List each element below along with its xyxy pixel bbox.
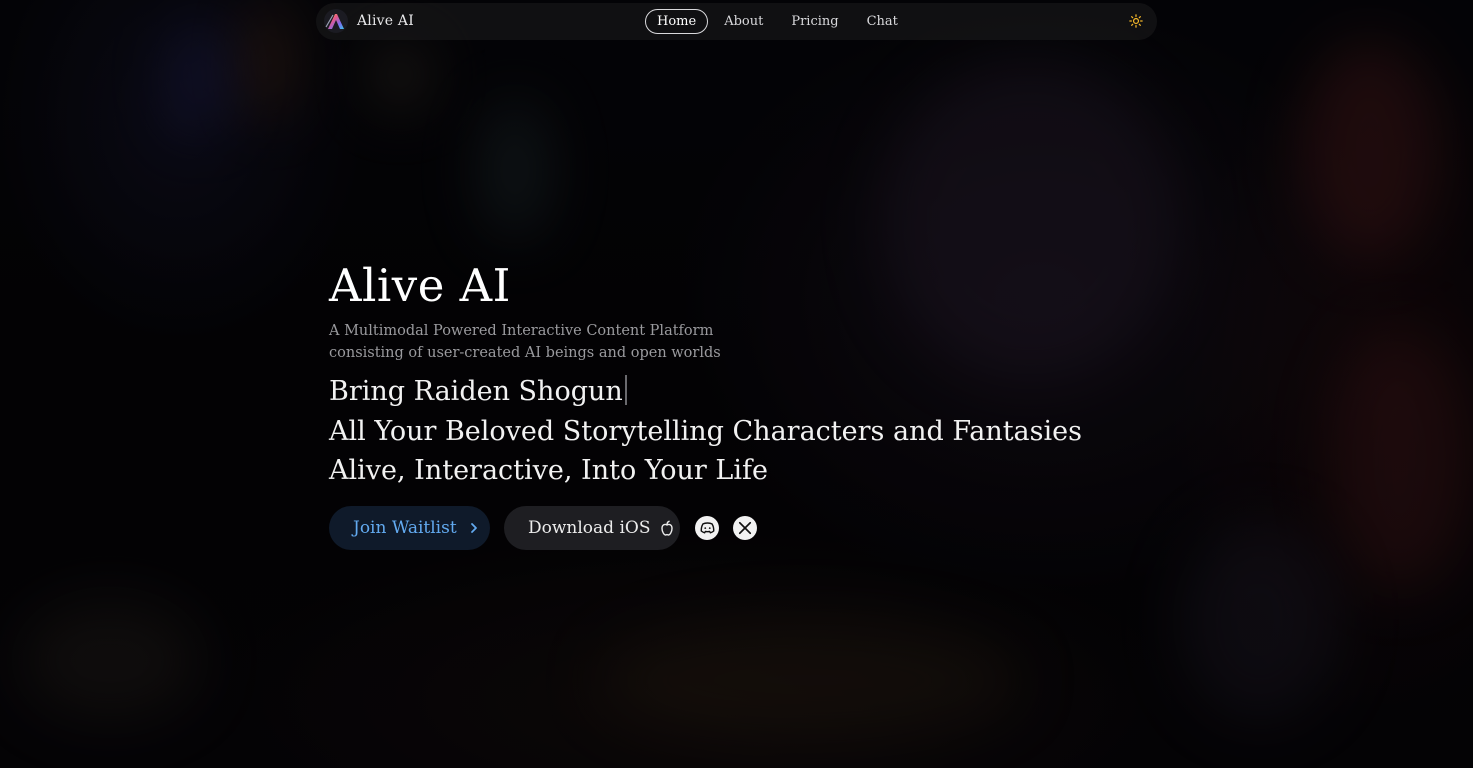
x-twitter-icon[interactable]	[733, 516, 757, 540]
hero-actions: Join Waitlist Download iOS	[329, 506, 757, 550]
hero-section: Alive AI A Multimodal Powered Interactiv…	[329, 256, 1089, 491]
hero-subtitle-line1: A Multimodal Powered Interactive Content…	[329, 323, 714, 339]
sun-icon[interactable]	[1127, 12, 1145, 30]
hero-subtitle-line2: consisting of user-created AI beings and…	[329, 345, 721, 361]
nav-link-about[interactable]: About	[712, 9, 775, 34]
join-waitlist-label: Join Waitlist	[353, 518, 457, 538]
hero-title: Alive AI	[329, 259, 511, 312]
hero-subtitle: A Multimodal Powered Interactive Content…	[329, 320, 729, 364]
nav-link-home[interactable]: Home	[645, 9, 709, 34]
download-ios-button[interactable]: Download iOS	[504, 506, 680, 550]
join-waitlist-button[interactable]: Join Waitlist	[329, 506, 490, 550]
top-navbar: Alive AI Home About Pricing Chat	[316, 3, 1157, 40]
nav-links: Home About Pricing Chat	[645, 9, 914, 34]
chevron-right-icon	[469, 522, 479, 534]
tagline-line2: All Your Beloved Storytelling Characters…	[329, 415, 1082, 447]
nav-link-pricing[interactable]: Pricing	[779, 9, 850, 34]
tagline-line3: Alive, Interactive, Into Your Life	[329, 455, 768, 486]
download-ios-label: Download iOS	[528, 518, 651, 538]
tagline-typed-text: Bring Raiden Shogun	[329, 376, 623, 407]
discord-icon[interactable]	[695, 516, 719, 540]
nav-link-chat[interactable]: Chat	[855, 9, 910, 34]
tagline-typewriter-line: Bring Raiden Shogun	[329, 372, 1089, 412]
hero-tagline: Bring Raiden Shogun All Your Beloved Sto…	[329, 372, 1089, 491]
alive-ai-logo-icon	[324, 9, 348, 33]
typing-cursor	[624, 375, 627, 405]
brand-name: Alive AI	[357, 13, 414, 29]
brand[interactable]: Alive AI	[324, 9, 414, 33]
apple-icon	[660, 520, 674, 536]
